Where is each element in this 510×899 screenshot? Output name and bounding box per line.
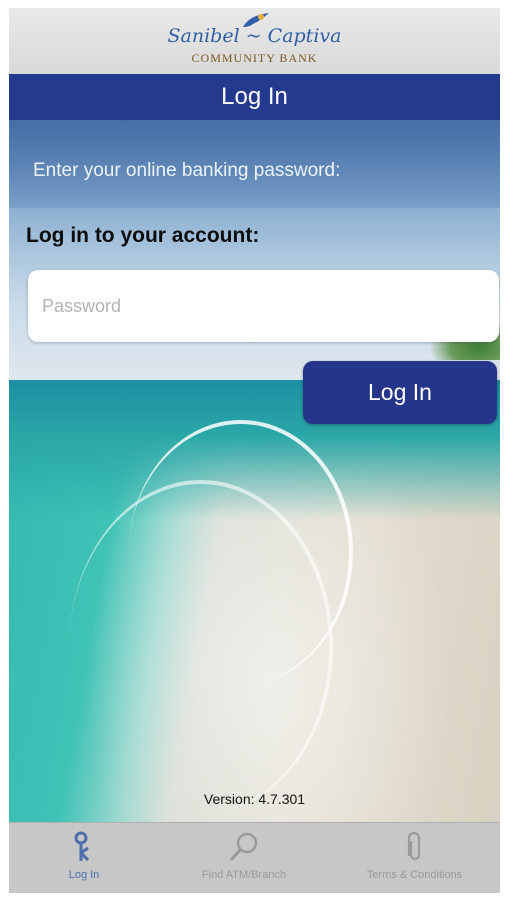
tab-label: Find ATM/Branch: [201, 869, 287, 881]
tab-log-in[interactable]: Log In: [9, 823, 159, 893]
search-icon: [229, 832, 258, 862]
password-input[interactable]: [28, 270, 499, 342]
page-title: Log In: [9, 74, 500, 120]
tab-label: Log In: [68, 869, 100, 881]
version-label: Version: 4.7.301: [203, 791, 306, 807]
app-screen: Sanibel ~ Captiva COMMUNITY BANK Log In …: [9, 8, 500, 893]
tab-bar: Log In Find ATM/Branch Terms & Condition…: [9, 822, 500, 893]
log-in-button[interactable]: Log In: [303, 361, 497, 424]
tab-label: Terms & Conditions: [366, 869, 463, 881]
bank-logo-script: Sanibel ~ Captiva: [167, 25, 342, 47]
bank-logo-subtitle: COMMUNITY BANK: [191, 51, 318, 65]
paperclip-icon: [407, 831, 420, 861]
tab-terms-conditions[interactable]: Terms & Conditions: [329, 823, 500, 893]
prompt-banner: Enter your online banking password:: [9, 120, 500, 208]
password-prompt-text: Enter your online banking password:: [33, 160, 341, 181]
brand-header: Sanibel ~ Captiva COMMUNITY BANK: [9, 8, 500, 75]
tab-find-atm-branch[interactable]: Find ATM/Branch: [159, 823, 329, 893]
login-heading: Log in to your account:: [26, 224, 260, 247]
wave-foam: [69, 480, 333, 814]
key-icon: [74, 831, 90, 862]
